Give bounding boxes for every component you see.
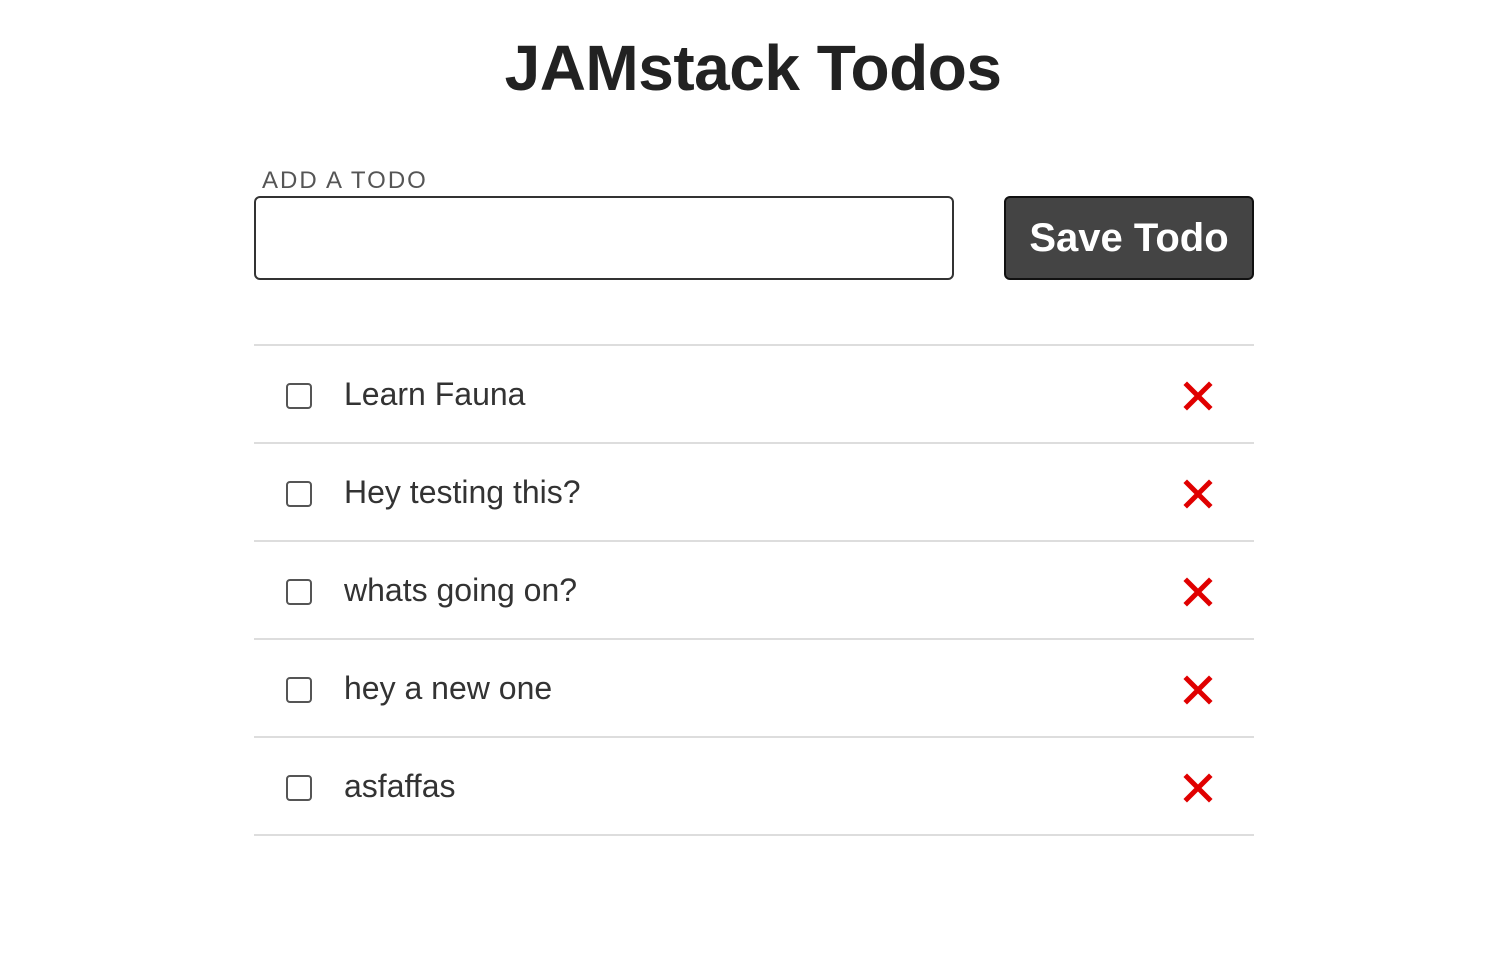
todo-item: asfaffas — [254, 738, 1254, 836]
close-icon — [1183, 479, 1213, 509]
todo-item: hey a new one — [254, 640, 1254, 738]
delete-todo-button[interactable] — [1180, 476, 1216, 512]
todo-text: whats going on? — [344, 572, 578, 608]
todo-item: Hey testing this? — [254, 444, 1254, 542]
delete-todo-button[interactable] — [1180, 574, 1216, 610]
add-todo-form: ADD A TODO Save Todo — [254, 166, 1254, 282]
todo-text: asfaffas — [344, 768, 456, 804]
delete-todo-button[interactable] — [1180, 770, 1216, 806]
todo-item: Learn Fauna — [254, 346, 1254, 444]
todo-checkbox[interactable] — [286, 579, 312, 605]
todo-checkbox[interactable] — [286, 677, 312, 703]
todo-checkbox[interactable] — [286, 775, 312, 801]
delete-todo-button[interactable] — [1180, 378, 1216, 414]
close-icon — [1183, 577, 1213, 607]
todo-item: whats going on? — [254, 542, 1254, 640]
page-title: JAMstack Todos — [504, 32, 1002, 104]
add-todo-input[interactable] — [254, 196, 954, 280]
add-todo-label: ADD A TODO — [262, 167, 428, 194]
close-icon — [1183, 773, 1213, 803]
todo-text: hey a new one — [344, 670, 553, 706]
todo-checkbox[interactable] — [286, 383, 312, 409]
todo-text: Hey testing this? — [344, 474, 581, 510]
todo-list: Learn Fauna Hey testing this? whats goin… — [254, 344, 1254, 836]
close-icon — [1183, 675, 1213, 705]
todo-checkbox[interactable] — [286, 481, 312, 507]
delete-todo-button[interactable] — [1180, 672, 1216, 708]
close-icon — [1183, 381, 1213, 411]
todo-text: Learn Fauna — [344, 376, 526, 412]
save-todo-button[interactable]: Save Todo — [1004, 196, 1254, 280]
